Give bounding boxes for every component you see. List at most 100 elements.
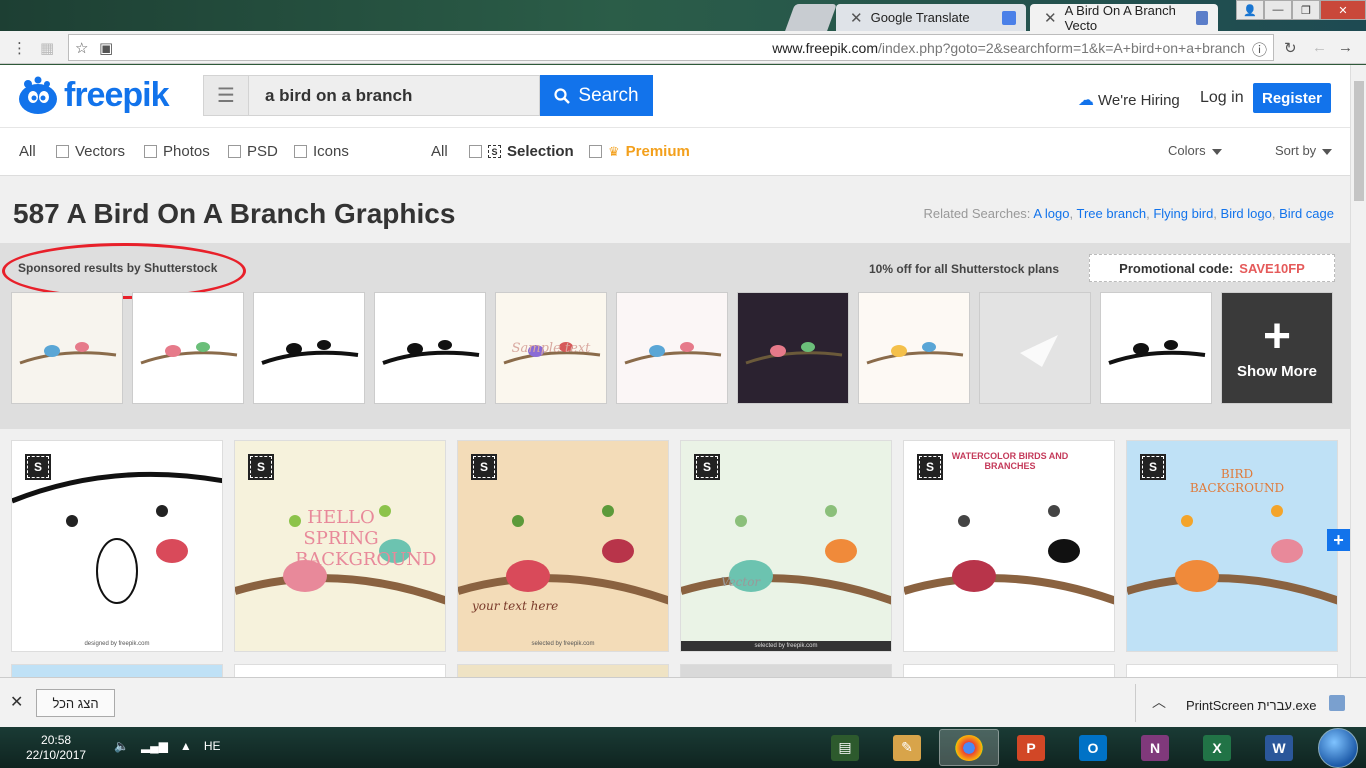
sponsored-thumbnail[interactable] [979,292,1091,404]
terminal-app[interactable]: ▤ [815,729,875,766]
reload-icon[interactable]: ↻ [1284,39,1297,57]
result-card[interactable]: Sdesigned by freepik.com [11,440,223,652]
filter-selection[interactable]: S Selection [469,143,574,160]
tray-expand-icon[interactable]: ▲ [180,739,192,753]
tab-close-icon[interactable]: ✕ [1044,9,1057,27]
selection-badge-icon: S [917,454,943,480]
download-file-name[interactable]: PrintScreen עברית.exe [1186,698,1317,713]
checkbox[interactable] [228,145,241,158]
related-link[interactable]: Tree branch [1076,206,1146,221]
minimize-button[interactable]: — [1264,0,1292,20]
thumbnail-art-icon [382,340,480,365]
powerpoint-app[interactable]: P [1001,729,1061,766]
bookmark-star-icon[interactable]: ☆ [75,39,88,57]
result-card[interactable] [680,664,892,677]
page-info-icon[interactable]: ▣ [99,39,113,57]
sponsored-thumbnail[interactable] [374,292,486,404]
sponsored-thumbnail[interactable] [616,292,728,404]
back-icon[interactable]: ← [1312,39,1327,56]
outlook-app[interactable]: O [1063,729,1123,766]
result-card[interactable]: Syour text here selected by freepik.com [457,440,669,652]
menu-dots-icon[interactable]: ⋮ [12,39,27,57]
checkbox[interactable] [144,145,157,158]
word-app[interactable]: W [1249,729,1309,766]
tab-new[interactable] [785,4,837,31]
register-button[interactable]: Register [1253,83,1331,113]
sponsored-thumbnail[interactable] [11,292,123,404]
taskbar-apps: ▤ ✎ P O N X W [815,729,1309,766]
filter-all-types[interactable]: All [19,143,36,160]
result-card[interactable]: S BIRD BACKGROUND [1126,440,1338,652]
volume-icon[interactable]: 🔈 [114,739,129,753]
filter-label: Icons [313,143,349,160]
search-menu-button[interactable]: ☰ [203,75,249,116]
related-link[interactable]: Bird cage [1279,206,1334,221]
checkbox[interactable] [589,145,602,158]
filter-all-source[interactable]: All [431,143,448,160]
system-clock[interactable]: 20:58 22/10/2017 [26,733,86,763]
hiring-link[interactable]: ☁ We're Hiring [1078,90,1180,110]
maximize-button[interactable]: ❐ [1292,0,1320,20]
extension-icon[interactable]: ▦ [40,39,54,57]
result-card[interactable] [11,664,223,677]
related-link[interactable]: Flying bird [1153,206,1213,221]
result-card[interactable] [457,664,669,677]
promo-code-box[interactable]: Promotional code: SAVE10FP [1089,254,1335,282]
sponsored-thumbnail[interactable] [132,292,244,404]
freepik-logo[interactable]: freepik [16,75,169,115]
close-icon[interactable]: ✕ [10,692,23,712]
excel-icon: X [1203,734,1231,761]
filter-label: Selection [507,143,574,160]
show-all-button[interactable]: הצג הכל [36,689,115,717]
info-icon[interactable]: ⓘ [1252,39,1267,60]
signal-icon[interactable]: ▂▄▆ [141,739,168,753]
sponsored-thumbnail[interactable]: Sample text [495,292,607,404]
colors-dropdown[interactable]: Colors [1168,143,1222,158]
checkbox[interactable] [294,145,307,158]
search-button[interactable]: Search [540,75,653,116]
forward-icon[interactable]: → [1338,39,1353,56]
result-card[interactable] [234,664,446,677]
chrome-app[interactable] [939,729,999,766]
close-button[interactable]: ✕ [1320,0,1366,20]
filter-premium[interactable]: ♛ Premium [589,143,690,160]
filter-vectors[interactable]: Vectors [56,143,125,160]
add-collection-button[interactable]: + [1327,529,1350,551]
filter-label: Vectors [75,143,126,160]
card-text: BIRD BACKGROUND [1189,467,1285,495]
sponsored-thumbnail[interactable] [737,292,849,404]
address-bar[interactable]: ☆ ▣ www.freepik.com/index.php?goto=2&sea… [68,34,1274,61]
related-link[interactable]: A logo [1033,206,1069,221]
filter-icons[interactable]: Icons [294,143,349,160]
sponsored-thumbnail[interactable] [858,292,970,404]
result-card[interactable] [903,664,1115,677]
onenote-app[interactable]: N [1125,729,1185,766]
start-button[interactable] [1318,728,1358,768]
sponsored-thumbnail[interactable] [1100,292,1212,404]
filter-photos[interactable]: Photos [144,143,210,160]
page-scrollbar[interactable] [1350,65,1366,677]
language-indicator[interactable]: HE [204,739,221,753]
related-link[interactable]: Bird logo [1221,206,1272,221]
filter-psd[interactable]: PSD [228,143,278,160]
checkbox[interactable] [469,145,482,158]
checkbox[interactable] [56,145,69,158]
related-searches: Related Searches: A logo, Tree branch, F… [923,206,1334,221]
excel-app[interactable]: X [1187,729,1247,766]
sponsored-thumbnail[interactable] [253,292,365,404]
tab-google-translate[interactable]: ✕ Google Translate [836,4,1026,31]
paint-app[interactable]: ✎ [877,729,937,766]
user-icon[interactable]: 👤 [1236,0,1264,20]
tab-close-icon[interactable]: ✕ [850,9,863,27]
result-card[interactable] [1126,664,1338,677]
tab-freepik[interactable]: ✕ A Bird On A Branch Vecto [1030,3,1218,33]
result-card[interactable]: S Vector selected by freepik.com [680,440,892,652]
scrollbar-thumb[interactable] [1354,81,1364,201]
login-link[interactable]: Log in [1200,89,1244,107]
show-more-button[interactable]: + Show More [1221,292,1333,404]
result-card[interactable]: S WATERCOLOR BIRDS AND BRANCHES [903,440,1115,652]
sort-dropdown[interactable]: Sort by [1275,143,1333,158]
result-card[interactable]: S HELLO SPRING BACKGROUND [234,440,446,652]
search-input[interactable]: a bird on a branch [249,75,540,116]
chevron-up-icon[interactable]: ︿ [1152,692,1166,712]
